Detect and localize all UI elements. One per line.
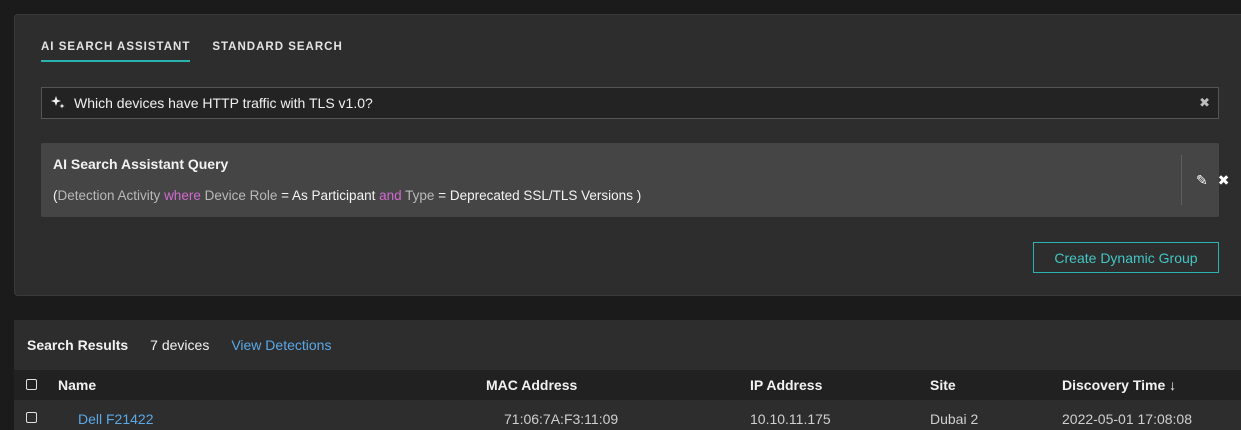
remove-query-close-icon[interactable]: ✖ <box>1218 172 1230 189</box>
query-value-participant: = As Participant <box>281 188 376 203</box>
search-results-panel: Search Results 7 devices View Detections… <box>14 320 1241 430</box>
sparkle-icon <box>51 96 65 109</box>
ai-query-card: AI Search Assistant Query (Detection Act… <box>41 143 1229 217</box>
row-checkbox[interactable] <box>26 412 37 423</box>
select-all-checkbox[interactable] <box>26 379 37 390</box>
table-header: Name MAC Address IP Address Site Discove… <box>14 370 1241 400</box>
create-dynamic-group-button[interactable]: Create Dynamic Group <box>1033 242 1219 273</box>
query-field-detection-activity: Detection Activity <box>57 188 161 203</box>
query-field-device-role: Device Role <box>204 188 278 203</box>
query-keyword-and: and <box>379 188 402 203</box>
column-name[interactable]: Name <box>58 377 96 393</box>
view-detections-link[interactable]: View Detections <box>231 337 331 353</box>
column-mac-address[interactable]: MAC Address <box>486 377 577 393</box>
site-cell: Dubai 2 <box>930 411 979 427</box>
query-divider <box>1181 155 1182 205</box>
results-label: Search Results <box>27 337 129 353</box>
edit-query-pencil-icon[interactable]: ✎ <box>1196 172 1208 189</box>
discovery-time-cell: 2022-05-01 17:08:08 <box>1062 411 1192 427</box>
table-row[interactable]: Dell F21422 71:06:7A:F3:11:09 10.10.11.1… <box>14 400 1241 430</box>
column-site[interactable]: Site <box>930 377 956 393</box>
ai-search-input[interactable] <box>72 94 1200 112</box>
mac-address-cell: 71:06:7A:F3:11:09 <box>504 411 619 427</box>
tab-standard-search[interactable]: STANDARD SEARCH <box>212 41 342 62</box>
query-keyword-where: where <box>164 188 201 203</box>
query-field-type: Type <box>405 188 435 203</box>
results-count: 7 devices <box>150 337 210 353</box>
query-expression: (Detection Activity where Device Role = … <box>53 188 641 203</box>
query-actions: ✎ ✖ <box>1196 172 1229 189</box>
ip-address-cell: 10.10.11.175 <box>750 411 831 427</box>
device-name-link[interactable]: Dell F21422 <box>78 411 154 427</box>
query-title: AI Search Assistant Query <box>53 156 229 172</box>
tab-ai-search-assistant[interactable]: AI SEARCH ASSISTANT <box>41 41 191 62</box>
column-discovery-time[interactable]: Discovery Time ↓ <box>1062 377 1176 393</box>
search-mode-tabs: AI SEARCH ASSISTANT STANDARD SEARCH <box>41 41 343 62</box>
results-header: Search Results 7 devices View Detections <box>14 320 1241 370</box>
query-value-type: = Deprecated SSL/TLS Versions ) <box>438 188 642 203</box>
ai-search-box[interactable]: ✖ <box>41 87 1219 119</box>
column-ip-address[interactable]: IP Address <box>750 377 822 393</box>
clear-search-close-icon[interactable]: ✖ <box>1199 95 1210 111</box>
search-panel: AI SEARCH ASSISTANT STANDARD SEARCH ✖ AI… <box>14 14 1241 296</box>
